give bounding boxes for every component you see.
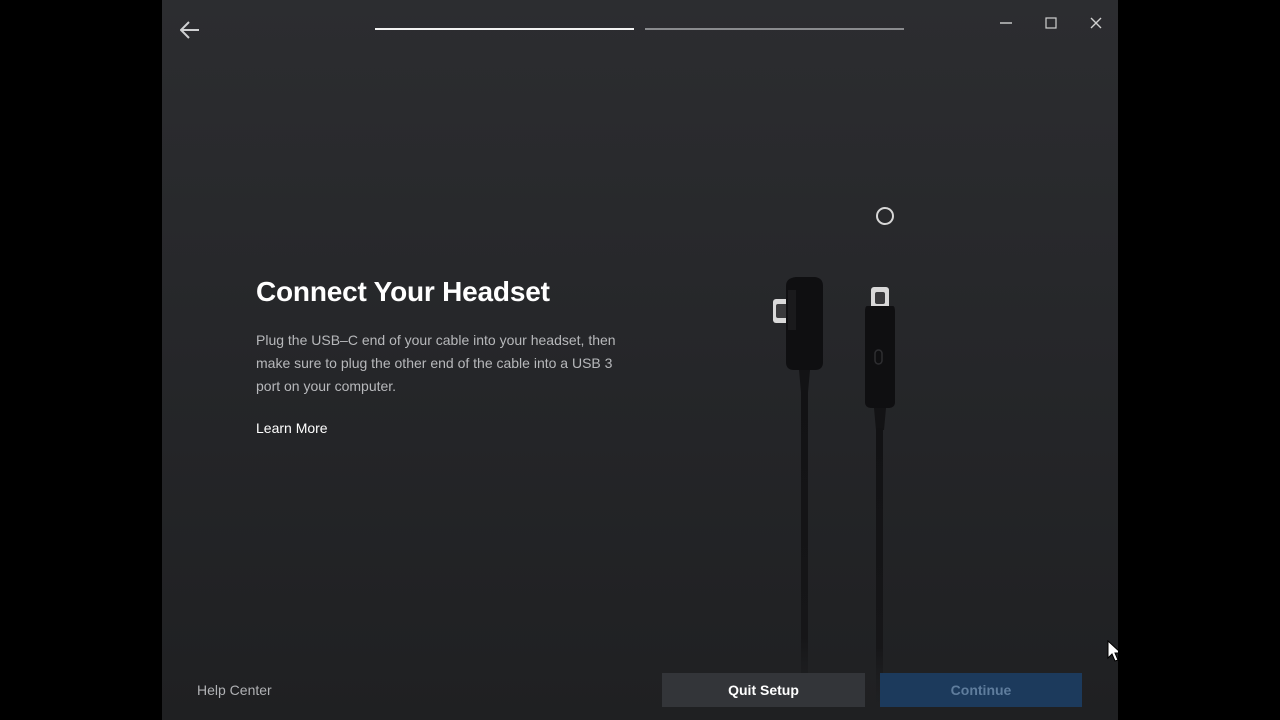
close-icon xyxy=(1090,17,1102,29)
help-center-link[interactable]: Help Center xyxy=(197,682,272,698)
maximize-icon xyxy=(1045,17,1057,29)
quit-setup-button[interactable]: Quit Setup xyxy=(662,673,865,707)
page-description: Plug the USB–C end of your cable into yo… xyxy=(256,332,616,394)
progress-step-next xyxy=(645,28,904,30)
minimize-icon xyxy=(1000,22,1012,24)
maximize-button[interactable] xyxy=(1038,10,1064,36)
close-button[interactable] xyxy=(1083,10,1109,36)
setup-window: Connect Your Headset Plug the USB–C end … xyxy=(162,0,1118,720)
learn-more-link[interactable]: Learn More xyxy=(256,420,328,436)
progress-step-current xyxy=(375,28,634,30)
loading-ring-icon xyxy=(876,207,894,225)
content-panel: Connect Your Headset Plug the USB–C end … xyxy=(256,276,636,438)
mouse-pointer-icon xyxy=(1107,640,1118,662)
usb-c-cable-icon xyxy=(773,277,895,720)
continue-button[interactable]: Continue xyxy=(880,673,1082,707)
arrow-left-icon xyxy=(180,21,199,39)
setup-progress xyxy=(375,28,904,30)
back-button[interactable] xyxy=(176,16,204,44)
minimize-button[interactable] xyxy=(993,10,1019,36)
page-title: Connect Your Headset xyxy=(256,276,550,307)
